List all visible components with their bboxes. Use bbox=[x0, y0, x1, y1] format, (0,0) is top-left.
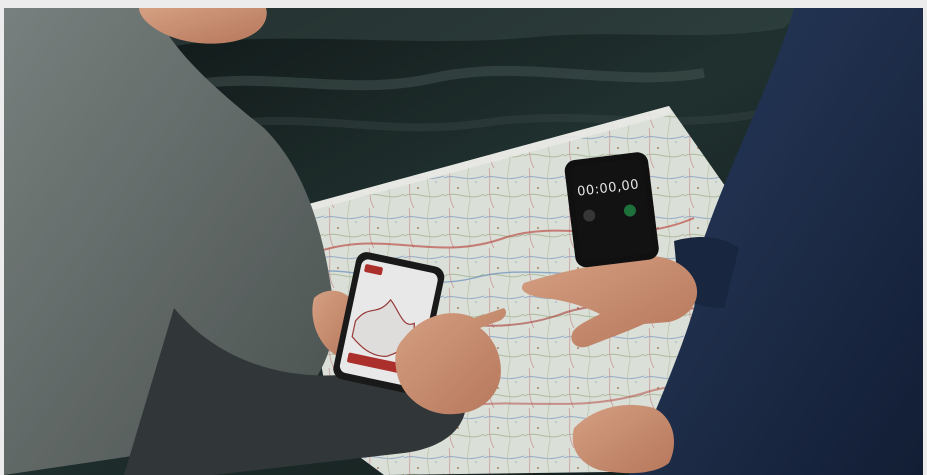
photo-svg: 00:00,00 bbox=[4, 8, 923, 475]
vignette bbox=[4, 8, 923, 475]
image-frame: 00:00,00 bbox=[0, 0, 927, 475]
photo: 00:00,00 bbox=[4, 8, 923, 475]
